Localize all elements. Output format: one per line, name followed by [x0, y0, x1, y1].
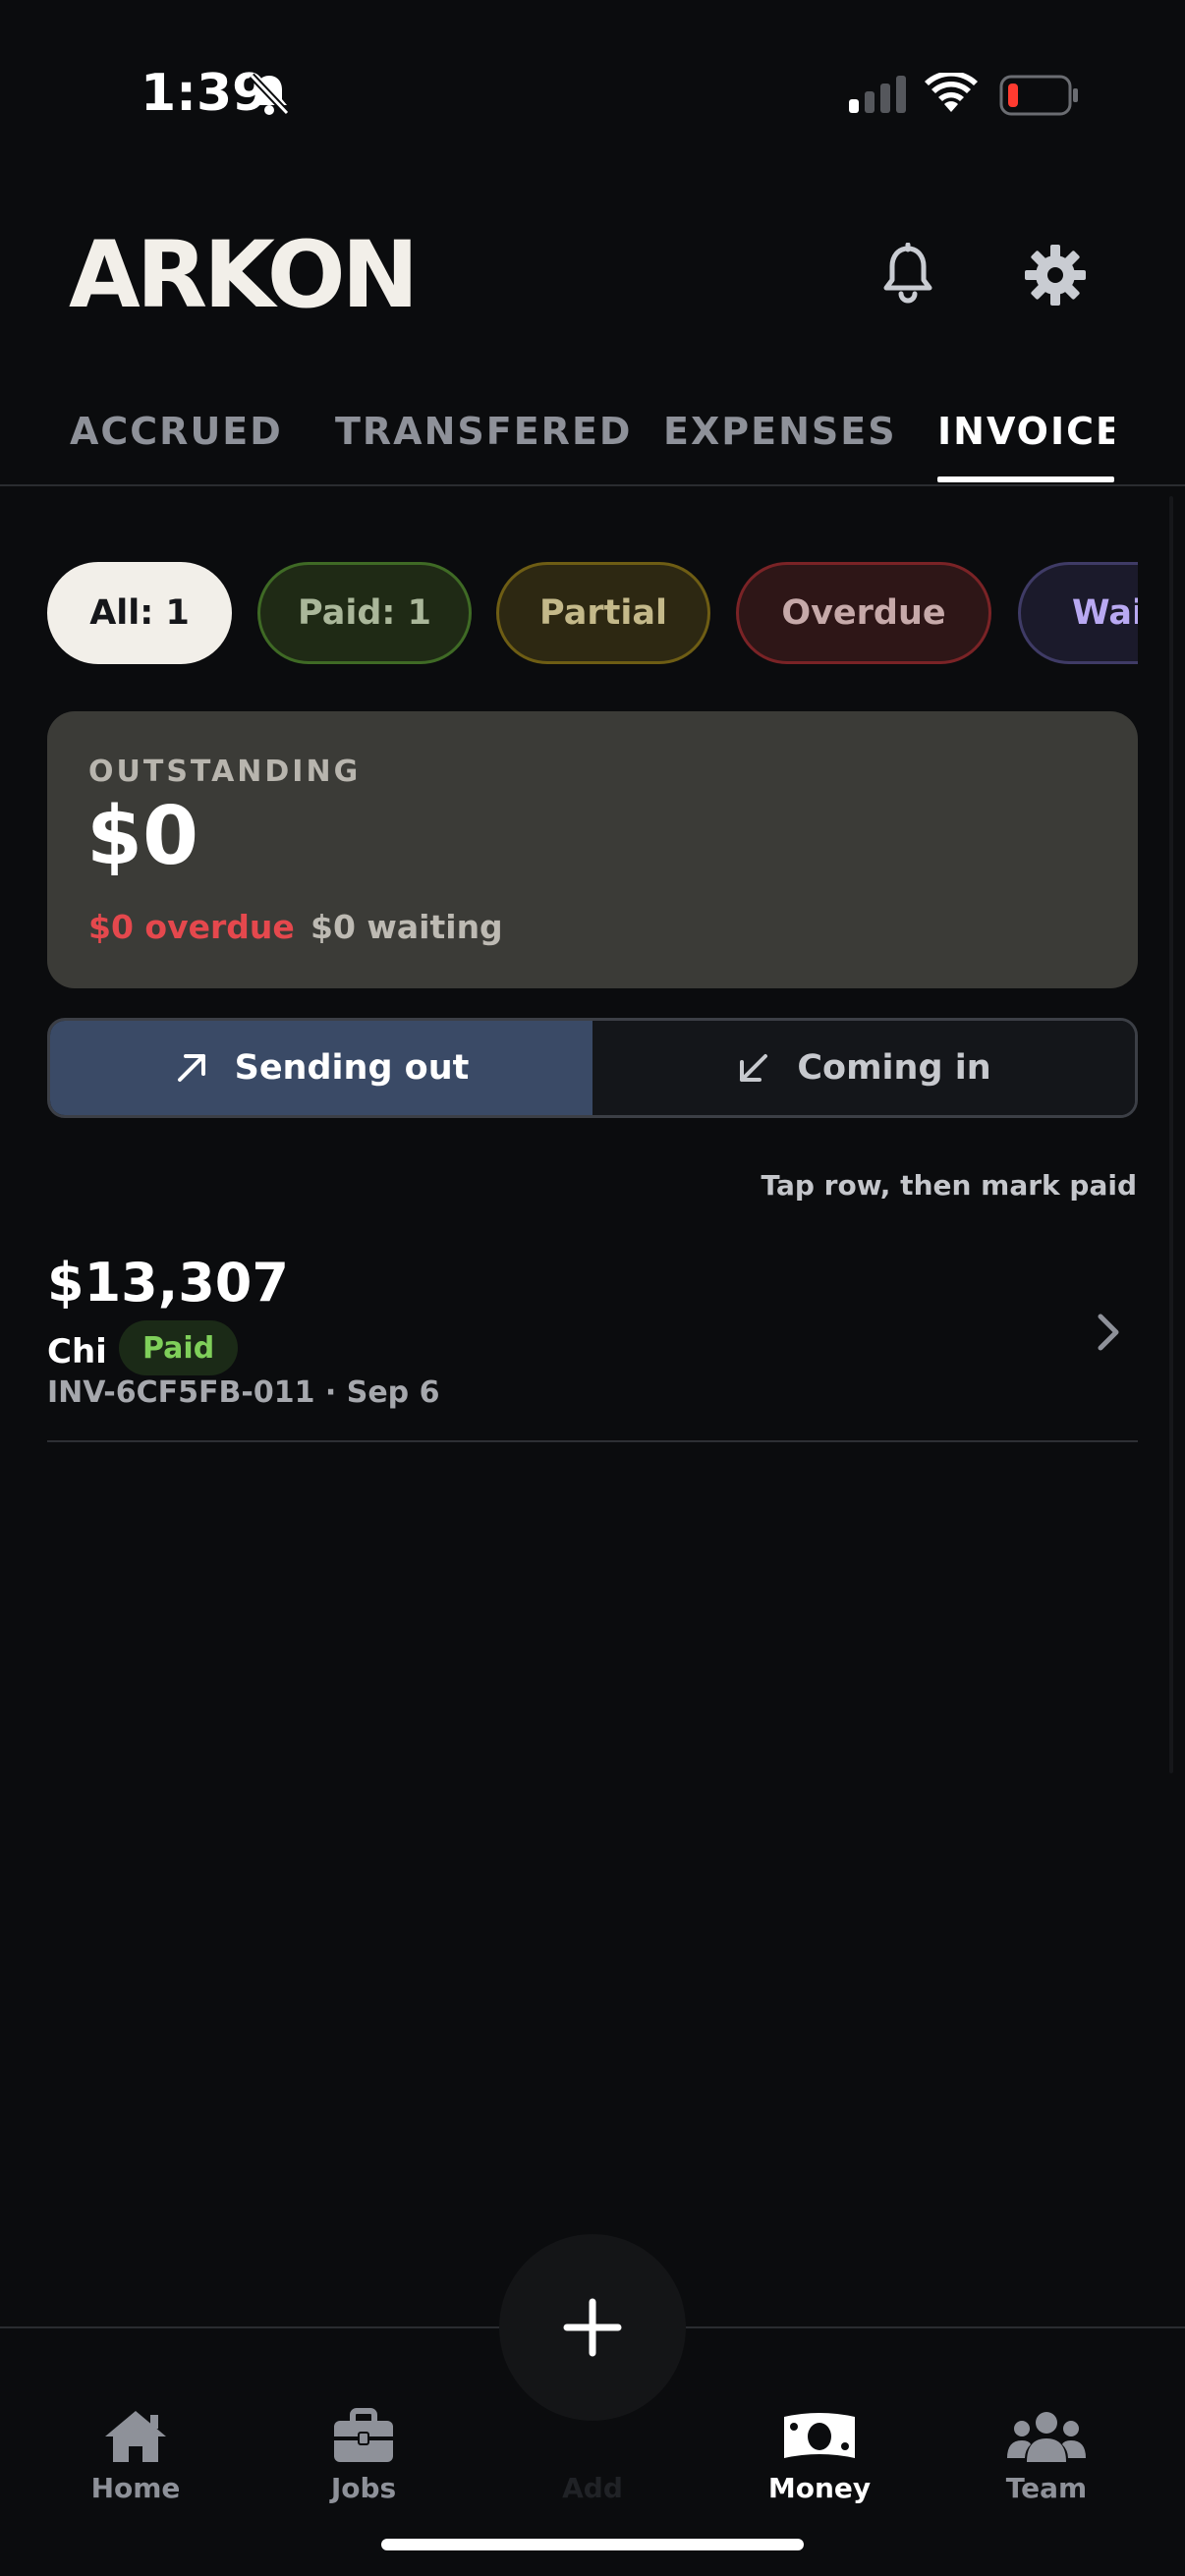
filter-partial-chip[interactable]: Partial: [496, 562, 710, 664]
tab-transfered[interactable]: TRANSFERED: [335, 410, 632, 453]
arrow-down-left-icon: [740, 1054, 768, 1082]
wifi-icon: [925, 73, 978, 112]
sending-out-label: Sending out: [234, 1048, 470, 1088]
scroll-indicator: [1169, 496, 1173, 1773]
tab-invoices[interactable]: INVOICES: [937, 410, 1114, 453]
mark-paid-hint: Tap row, then mark paid: [761, 1169, 1138, 1202]
nav-jobs-label: Jobs: [330, 2472, 397, 2504]
nav-jobs[interactable]: Jobs: [295, 2407, 432, 2504]
invoice-meta: INV-6CF5FB-011 · Sep 6: [47, 1375, 440, 1410]
outstanding-summary-card: OUTSTANDING $0 $0 overdue $0 waiting: [47, 711, 1138, 988]
add-floating-button[interactable]: [499, 2234, 686, 2421]
filter-waiting-chip[interactable]: Waiting: [1018, 562, 1138, 664]
outstanding-label: OUTSTANDING: [88, 755, 362, 789]
nav-home[interactable]: Home: [67, 2407, 204, 2504]
tab-expenses[interactable]: EXPENSES: [663, 410, 897, 453]
tab-accrued[interactable]: ACCRUED: [70, 410, 283, 453]
active-tab-indicator: [937, 476, 1114, 482]
plus-icon: [563, 2298, 622, 2357]
overdue-total: $0 overdue: [88, 908, 295, 946]
nav-add[interactable]: Add: [524, 2407, 661, 2504]
nav-money-label: Money: [767, 2472, 872, 2504]
nav-team[interactable]: Team: [978, 2407, 1115, 2504]
outstanding-amount: $0: [86, 790, 199, 883]
briefcase-icon: [334, 2408, 393, 2462]
nav-add-label: Add: [562, 2472, 623, 2504]
money-bill-icon: [784, 2413, 855, 2458]
invoice-status-badge: Paid: [119, 1320, 239, 1375]
invoice-client: Chi: [47, 1332, 107, 1372]
sending-out-option[interactable]: Sending out: [50, 1021, 592, 1115]
section-tabs: ACCRUED TRANSFERED EXPENSES INVOICES: [0, 398, 1185, 486]
nav-money[interactable]: Money: [751, 2407, 888, 2504]
filter-overdue-chip[interactable]: Overdue: [736, 562, 991, 664]
arrow-up-right-icon: [177, 1054, 205, 1082]
invoice-amount: $13,307: [47, 1252, 289, 1314]
invoice-row[interactable]: $13,307 Chi Paid INV-6CF5FB-011 · Sep 6: [47, 1242, 1138, 1442]
invoice-direction-toggle: Sending out Coming in: [47, 1018, 1138, 1118]
waiting-total: $0 waiting: [310, 908, 503, 946]
app-logo: ARKON: [69, 222, 419, 329]
cellular-signal-icon: [849, 76, 906, 113]
filter-paid-chip[interactable]: Paid: 1: [257, 562, 472, 664]
filter-all-chip[interactable]: All: 1: [47, 562, 232, 664]
coming-in-option[interactable]: Coming in: [592, 1021, 1135, 1115]
invoice-filter-chips: All: 1 Paid: 1 Partial Overdue Waiting: [47, 562, 1138, 666]
nav-team-label: Team: [1005, 2472, 1088, 2504]
home-indicator: [381, 2539, 804, 2550]
settings-gear-icon[interactable]: [1023, 243, 1088, 308]
notifications-bell-icon[interactable]: [875, 243, 940, 308]
coming-in-label: Coming in: [797, 1048, 991, 1088]
chevron-right-icon: [1098, 1314, 1119, 1351]
home-icon: [105, 2411, 166, 2462]
nav-home-label: Home: [90, 2472, 181, 2504]
silent-mode-icon: [249, 73, 290, 116]
team-users-icon: [1007, 2412, 1086, 2462]
battery-low-icon: [999, 75, 1078, 116]
